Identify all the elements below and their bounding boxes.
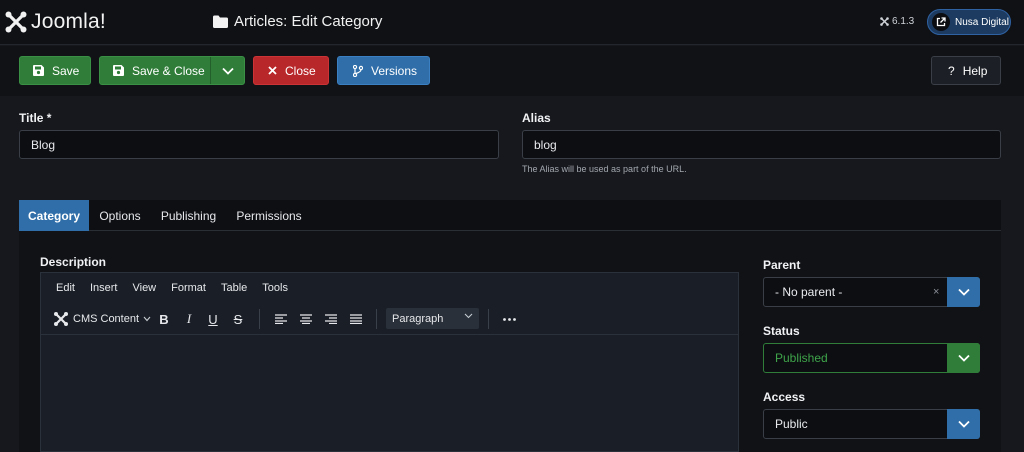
joomla-logo[interactable]: Joomla! — [4, 10, 106, 34]
chevron-down-icon — [464, 313, 473, 319]
branch-icon — [353, 64, 363, 77]
versions-label: Versions — [371, 63, 418, 78]
external-link-icon — [932, 13, 950, 31]
versions-button[interactable]: Versions — [337, 56, 430, 85]
joomla-logo-icon — [5, 11, 27, 33]
alias-hint: The Alias will be used as part of the UR… — [522, 164, 687, 174]
description-label: Description — [40, 255, 107, 269]
underline-button[interactable]: U — [205, 303, 221, 335]
parent-select[interactable]: - No parent - × — [763, 277, 980, 307]
menu-format[interactable]: Format — [171, 282, 206, 294]
page-title-text: Articles: Edit Category — [234, 13, 383, 30]
strikethrough-button[interactable]: S — [230, 303, 246, 335]
save-icon — [113, 65, 124, 76]
version-text: 6.1.3 — [892, 16, 915, 27]
close-icon — [268, 66, 277, 75]
align-right-button[interactable] — [323, 303, 339, 335]
save-options-dropdown[interactable] — [211, 57, 245, 84]
version-indicator: 6.1.3 — [880, 16, 914, 27]
align-right-icon — [325, 314, 337, 324]
editor-content-area[interactable] — [41, 336, 738, 451]
chevron-down-icon — [222, 67, 234, 75]
bold-button[interactable]: B — [156, 303, 172, 335]
justify-icon — [350, 314, 362, 324]
header-bar: Joomla! Articles: Edit Category 6.1.3 Nu… — [0, 0, 1024, 45]
block-format-select[interactable]: Paragraph — [386, 308, 479, 329]
title-input[interactable]: Blog — [19, 130, 499, 159]
joomla-content-icon — [54, 312, 68, 326]
cms-content-dropdown[interactable]: CMS Content — [53, 303, 151, 335]
more-tools-button[interactable] — [501, 303, 517, 335]
menu-table[interactable]: Table — [221, 282, 247, 294]
more-icon — [502, 317, 516, 321]
save-button[interactable]: Save — [19, 56, 91, 85]
editor-toolbar: CMS Content B I U S Paragraph — [41, 303, 738, 335]
page-title: Articles: Edit Category — [213, 13, 382, 30]
access-select[interactable]: Public — [763, 409, 980, 439]
menu-edit[interactable]: Edit — [56, 282, 75, 294]
tab-options[interactable]: Options — [89, 200, 151, 231]
brand-name: Joomla! — [31, 10, 106, 33]
align-center-button[interactable] — [298, 303, 314, 335]
tab-category[interactable]: Category — [19, 200, 89, 231]
justify-button[interactable] — [348, 303, 364, 335]
align-left-button[interactable] — [273, 303, 289, 335]
help-label: Help — [962, 63, 988, 78]
access-dropdown-arrow[interactable] — [947, 409, 980, 439]
joomla-small-icon — [880, 17, 889, 26]
menu-tools[interactable]: Tools — [262, 282, 288, 294]
menu-insert[interactable]: Insert — [90, 282, 118, 294]
parent-dropdown-arrow[interactable] — [947, 277, 980, 307]
status-value: Published — [775, 351, 828, 365]
access-label: Access — [763, 390, 806, 404]
toolbar-separator — [488, 309, 489, 329]
alias-label: Alias — [522, 111, 551, 125]
help-button[interactable]: ? Help — [931, 56, 1001, 85]
chevron-down-icon — [957, 420, 970, 428]
toolbar-separator — [259, 309, 260, 329]
chevron-down-icon — [143, 316, 151, 322]
cms-content-label: CMS Content — [73, 313, 140, 325]
status-select[interactable]: Published — [763, 343, 980, 373]
parent-value: - No parent - — [775, 285, 843, 299]
status-dropdown-arrow[interactable] — [947, 343, 980, 373]
status-label: Status — [763, 324, 800, 338]
site-name: Nusa Digital — [955, 16, 1009, 28]
tab-publishing[interactable]: Publishing — [151, 200, 226, 231]
save-close-button-group: Save & Close — [99, 56, 245, 85]
tab-permissions[interactable]: Permissions — [226, 200, 312, 231]
block-format-value: Paragraph — [392, 312, 444, 325]
menu-view[interactable]: View — [132, 282, 156, 294]
action-toolbar: Save Save & Close Close Versions ? Help — [0, 46, 1024, 96]
tab-bar: Category Options Publishing Permissions — [19, 200, 1001, 231]
save-label: Save — [52, 63, 80, 78]
folder-icon — [213, 15, 228, 28]
title-label: Title * — [19, 111, 52, 125]
close-button[interactable]: Close — [253, 56, 329, 85]
question-icon: ? — [948, 63, 955, 78]
description-editor: Edit Insert View Format Table Tools CMS … — [40, 272, 739, 452]
editor-menubar: Edit Insert View Format Table Tools — [41, 273, 738, 303]
italic-button[interactable]: I — [181, 303, 197, 335]
save-close-label[interactable]: Save & Close — [132, 64, 205, 78]
close-label: Close — [285, 63, 316, 78]
align-left-icon — [275, 314, 287, 324]
save-icon — [33, 65, 44, 76]
chevron-down-icon — [957, 354, 970, 362]
align-center-icon — [300, 314, 312, 324]
alias-input[interactable]: blog — [522, 130, 1001, 159]
access-value: Public — [775, 417, 808, 431]
toolbar-separator — [376, 309, 377, 329]
clear-icon[interactable]: × — [933, 286, 939, 298]
chevron-down-icon — [957, 288, 970, 296]
site-link-button[interactable]: Nusa Digital — [927, 9, 1011, 35]
parent-label: Parent — [763, 258, 801, 272]
